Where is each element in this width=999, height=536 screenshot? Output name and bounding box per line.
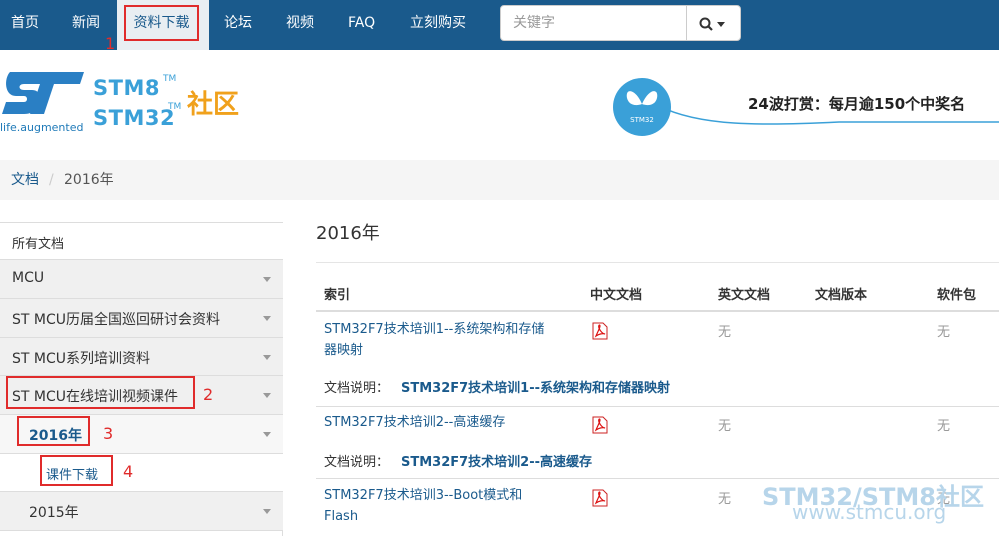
col-header-index: 索引 (324, 288, 351, 303)
search-icon (699, 17, 725, 31)
col-header-chinese-doc: 中文文档 (590, 288, 643, 303)
breadcrumb-docs-link[interactable]: 文档 (11, 160, 39, 200)
annotation-box (6, 376, 195, 409)
chevron-down-icon (263, 277, 271, 282)
english-doc-value: 无 (718, 492, 732, 507)
sidebar-item-2015[interactable]: 2015年 (0, 492, 283, 531)
table-header-divider (316, 310, 999, 312)
doc-desc-label: 文档说明： (324, 381, 390, 396)
stm32-wordmark: STM32 (93, 106, 176, 130)
pdf-icon[interactable] (591, 416, 609, 434)
doc-title-link[interactable]: STM32F7技术培训2--高速缓存 (324, 412, 505, 433)
breadcrumb-current: 2016年 (64, 172, 114, 188)
sidebar-item-all-docs[interactable]: 所有文档 (0, 222, 283, 260)
stm8-wordmark: STM8 (93, 76, 160, 100)
col-header-english-doc: 英文文档 (718, 288, 771, 303)
breadcrumb-separator: / (49, 172, 54, 188)
tm-mark: TM (163, 74, 177, 84)
chevron-down-icon (263, 509, 271, 514)
sidebar-item-training[interactable]: ST MCU系列培训资料 (0, 338, 283, 376)
doc-desc-value: STM32F7技术培训1--系统架构和存储器映射 (401, 381, 671, 396)
annotation-3: 3 (103, 424, 114, 443)
breadcrumb: 文档 / 2016年 (0, 160, 999, 200)
doc-title-link[interactable]: STM32F7技术培训1--系统架构和存储 (324, 319, 544, 340)
nav-faq[interactable]: FAQ (348, 0, 375, 50)
sidebar-item-label: 所有文档 (12, 237, 65, 252)
logo-tagline: life.augmented (0, 121, 84, 134)
annotation-2: 2 (203, 385, 214, 404)
doc-desc-value: STM32F7技术培训2--高速缓存 (401, 455, 593, 470)
pdf-icon[interactable] (591, 489, 609, 507)
col-header-doc-version: 文档版本 (815, 288, 868, 303)
row-divider (316, 406, 999, 407)
nav-downloads[interactable]: 资料下载 (124, 5, 199, 41)
chevron-down-icon (263, 432, 271, 437)
software-pkg-value: 无 (937, 419, 951, 434)
promo-text[interactable]: 24波打赏：每月逾150个中奖名 (748, 93, 965, 114)
nav-video[interactable]: 视频 (286, 0, 314, 50)
sidebar-item-label: ST MCU系列培训资料 (12, 351, 150, 367)
chevron-down-icon (263, 355, 271, 360)
sidebar-item-label: 2015年 (29, 505, 79, 521)
search-input[interactable]: 关键字 (500, 5, 687, 41)
nav-home[interactable]: 首页 (11, 0, 39, 50)
pdf-icon[interactable] (591, 322, 609, 340)
annotation-box (17, 416, 90, 446)
st-logo-icon[interactable] (0, 68, 88, 120)
english-doc-value: 无 (718, 419, 732, 434)
sidebar-item-label: ST MCU历届全国巡回研讨会资料 (12, 312, 220, 328)
search-button[interactable] (686, 5, 741, 41)
sidebar-item-roadshow[interactable]: ST MCU历届全国巡回研讨会资料 (0, 299, 283, 338)
doc-title-link[interactable]: STM32F7技术培训3--Boot模式和 (324, 485, 522, 506)
sidebar-item-mcu[interactable]: MCU (0, 260, 283, 299)
tm-mark: TM (168, 102, 182, 112)
watermark-url: www.stmcu.org (792, 500, 947, 524)
divider (316, 262, 999, 263)
nav-news[interactable]: 新闻 (72, 0, 100, 50)
annotation-box (40, 455, 113, 486)
page-title: 2016年 (316, 223, 380, 244)
col-header-software-pkg: 软件包 (937, 288, 977, 303)
nav-forum[interactable]: 论坛 (224, 0, 252, 50)
software-pkg-value: 无 (937, 325, 951, 340)
nav-buy[interactable]: 立刻购买 (410, 0, 466, 50)
annotation-4: 4 (123, 462, 134, 481)
english-doc-value: 无 (718, 325, 732, 340)
doc-title-link[interactable]: 器映射 (324, 340, 363, 361)
chevron-down-icon (263, 393, 271, 398)
doc-desc-label: 文档说明： (324, 455, 390, 470)
sidebar-item-label: MCU (12, 270, 45, 286)
doc-title-link[interactable]: Flash (324, 506, 358, 527)
community-wordmark: 社区 (187, 90, 240, 120)
chevron-down-icon (263, 316, 271, 321)
